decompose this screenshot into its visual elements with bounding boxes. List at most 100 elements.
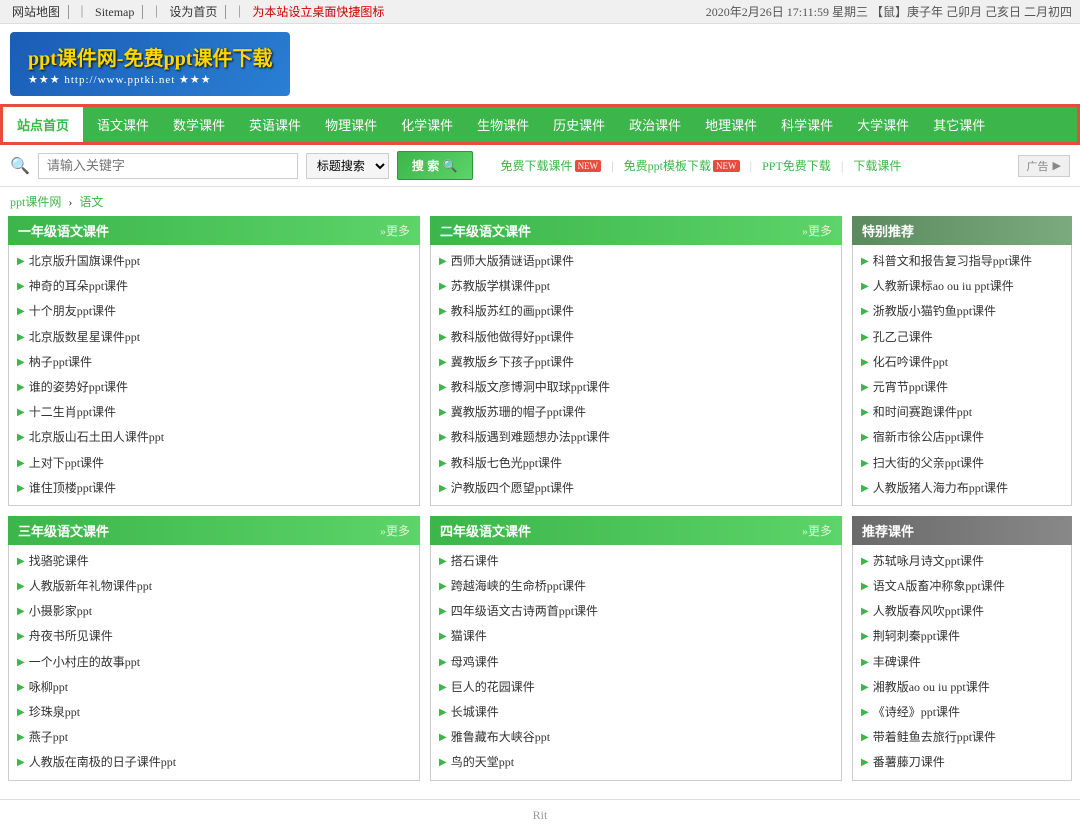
list-item[interactable]: 猫课件 xyxy=(439,624,833,649)
list-item[interactable]: 北京版山石土田人课件ppt xyxy=(17,425,411,450)
ppt-free-download-link[interactable]: PPT免费下载 xyxy=(762,157,831,174)
list-item[interactable]: 人教版新年礼物课件ppt xyxy=(17,574,411,599)
list-item-link[interactable]: 浙教版小猫钓鱼ppt课件 xyxy=(873,302,996,321)
list-item-link[interactable]: 教科版七色光ppt课件 xyxy=(451,454,562,473)
list-item-link[interactable]: 十二生肖ppt课件 xyxy=(29,403,116,422)
list-item-link[interactable]: 跨越海峡的生命桥ppt课件 xyxy=(451,577,586,596)
list-item[interactable]: 四年级语文古诗两首ppt课件 xyxy=(439,599,833,624)
list-item[interactable]: 科普文和报告复习指导ppt课件 xyxy=(861,249,1063,274)
list-item-link[interactable]: 宿新市徐公店ppt课件 xyxy=(873,428,984,447)
list-item-link[interactable]: 十个朋友ppt课件 xyxy=(29,302,116,321)
list-item[interactable]: 小摄影家ppt xyxy=(17,599,411,624)
list-item-link[interactable]: 母鸡课件 xyxy=(451,653,499,672)
search-type-select[interactable]: 标题搜索 xyxy=(306,153,389,179)
desktop-icon-link[interactable]: 为本站设立桌面快捷图标 xyxy=(252,5,392,19)
list-item-link[interactable]: 巨人的花园课件 xyxy=(451,678,535,697)
list-item[interactable]: 十二生肖ppt课件 xyxy=(17,400,411,425)
list-item[interactable]: 番薯藤刀课件 xyxy=(861,750,1063,775)
list-item-link[interactable]: 元宵节ppt课件 xyxy=(873,378,948,397)
list-item[interactable]: 孔乙己课件 xyxy=(861,325,1063,350)
list-item[interactable]: 谁住顶楼ppt课件 xyxy=(17,476,411,501)
list-item[interactable]: 荆轲刺秦ppt课件 xyxy=(861,624,1063,649)
grade3-more[interactable]: »更多 xyxy=(380,522,410,539)
list-item[interactable]: 巨人的花园课件 xyxy=(439,675,833,700)
list-item-link[interactable]: 上对下ppt课件 xyxy=(29,454,104,473)
list-item[interactable]: 一个小村庄的故事ppt xyxy=(17,650,411,675)
list-item-link[interactable]: 孔乙己课件 xyxy=(873,328,933,347)
list-item-link[interactable]: 找骆驼课件 xyxy=(29,552,89,571)
list-item[interactable]: 冀教版苏珊的帽子ppt课件 xyxy=(439,400,833,425)
list-item-link[interactable]: 科普文和报告复习指导ppt课件 xyxy=(873,252,1032,271)
list-item[interactable]: 枘子ppt课件 xyxy=(17,350,411,375)
list-item-link[interactable]: 舟夜书所见课件 xyxy=(29,627,113,646)
list-item-link[interactable]: 教科版他做得好ppt课件 xyxy=(451,328,574,347)
list-item-link[interactable]: 番薯藤刀课件 xyxy=(873,753,945,772)
list-item[interactable]: 丰碑课件 xyxy=(861,650,1063,675)
search-input[interactable] xyxy=(38,153,298,179)
list-item[interactable]: 母鸡课件 xyxy=(439,650,833,675)
list-item-link[interactable]: 人教新课标ao ou iu ppt课件 xyxy=(873,277,1014,296)
list-item[interactable]: 谁的姿势好ppt课件 xyxy=(17,375,411,400)
list-item[interactable]: 燕子ppt xyxy=(17,725,411,750)
grade1-more[interactable]: »更多 xyxy=(380,222,410,239)
nav-item-zhengzhi[interactable]: 政治课件 xyxy=(617,107,693,142)
list-item[interactable]: 教科版他做得好ppt课件 xyxy=(439,325,833,350)
list-item[interactable]: 找骆驼课件 xyxy=(17,549,411,574)
list-item-link[interactable]: 珍珠泉ppt xyxy=(29,703,80,722)
list-item[interactable]: 人教新课标ao ou iu ppt课件 xyxy=(861,274,1063,299)
list-item-link[interactable]: 枘子ppt课件 xyxy=(29,353,92,372)
list-item[interactable]: 浙教版小猫钓鱼ppt课件 xyxy=(861,299,1063,324)
list-item[interactable]: 雅鲁藏布大峡谷ppt xyxy=(439,725,833,750)
list-item[interactable]: 人教版猪人海力布ppt课件 xyxy=(861,476,1063,501)
list-item-link[interactable]: 沪教版四个愿望ppt课件 xyxy=(451,479,574,498)
list-item[interactable]: 苏轼咏月诗文ppt课件 xyxy=(861,549,1063,574)
breadcrumb-home[interactable]: ppt课件网 xyxy=(10,195,61,209)
list-item[interactable]: 教科版文彦博洞中取球ppt课件 xyxy=(439,375,833,400)
list-item-link[interactable]: 谁的姿势好ppt课件 xyxy=(29,378,128,397)
list-item-link[interactable]: 荆轲刺秦ppt课件 xyxy=(873,627,960,646)
list-item-link[interactable]: 四年级语文古诗两首ppt课件 xyxy=(451,602,598,621)
list-item[interactable]: 神奇的耳朵ppt课件 xyxy=(17,274,411,299)
list-item[interactable]: 舟夜书所见课件 xyxy=(17,624,411,649)
list-item-link[interactable]: 谁住顶楼ppt课件 xyxy=(29,479,116,498)
list-item[interactable]: 冀教版乡下孩子ppt课件 xyxy=(439,350,833,375)
list-item-link[interactable]: 北京版升国旗课件ppt xyxy=(29,252,140,271)
list-item-link[interactable]: 化石吟课件ppt xyxy=(873,353,948,372)
list-item[interactable]: 人教版在南极的日子课件ppt xyxy=(17,750,411,775)
list-item[interactable]: 北京版数星星课件ppt xyxy=(17,325,411,350)
list-item-link[interactable]: 湘教版ao ou iu ppt课件 xyxy=(873,678,990,697)
list-item-link[interactable]: 搭石课件 xyxy=(451,552,499,571)
list-item-link[interactable]: 雅鲁藏布大峡谷ppt xyxy=(451,728,550,747)
list-item-link[interactable]: 猫课件 xyxy=(451,627,487,646)
list-item[interactable]: 元宵节ppt课件 xyxy=(861,375,1063,400)
list-item[interactable]: 长城课件 xyxy=(439,700,833,725)
list-item[interactable]: 教科版七色光ppt课件 xyxy=(439,451,833,476)
list-item[interactable]: 带着鲑鱼去旅行ppt课件 xyxy=(861,725,1063,750)
nav-item-shengwu[interactable]: 生物课件 xyxy=(465,107,541,142)
list-item[interactable]: 十个朋友ppt课件 xyxy=(17,299,411,324)
sitemap-link[interactable]: 网站地图 xyxy=(12,5,69,19)
list-item-link[interactable]: 长城课件 xyxy=(451,703,499,722)
list-item[interactable]: 鸟的天堂ppt xyxy=(439,750,833,775)
list-item-link[interactable]: 咏柳ppt xyxy=(29,678,68,697)
list-item-link[interactable]: 北京版数星星课件ppt xyxy=(29,328,140,347)
list-item[interactable]: 苏教版学棋课件ppt xyxy=(439,274,833,299)
list-item[interactable]: 珍珠泉ppt xyxy=(17,700,411,725)
list-item[interactable]: 教科版遇到难题想办法ppt课件 xyxy=(439,425,833,450)
list-item-link[interactable]: 冀教版苏珊的帽子ppt课件 xyxy=(451,403,586,422)
list-item-link[interactable]: 语文A版畜冲称象ppt课件 xyxy=(873,577,1005,596)
list-item-link[interactable]: 西师大版猜谜语ppt课件 xyxy=(451,252,574,271)
list-item-link[interactable]: 小摄影家ppt xyxy=(29,602,92,621)
list-item[interactable]: 跨越海峡的生命桥ppt课件 xyxy=(439,574,833,599)
set-home-link[interactable]: 设为首页 xyxy=(169,5,226,19)
list-item[interactable]: 西师大版猜谜语ppt课件 xyxy=(439,249,833,274)
nav-home[interactable]: 站点首页 xyxy=(3,107,85,142)
list-item-link[interactable]: 和时间赛跑课件ppt xyxy=(873,403,972,422)
nav-item-shuxue[interactable]: 数学课件 xyxy=(161,107,237,142)
list-item-link[interactable]: 人教版猪人海力布ppt课件 xyxy=(873,479,1008,498)
sitemap-en-link[interactable]: Sitemap xyxy=(95,5,143,19)
list-item-link[interactable]: 苏轼咏月诗文ppt课件 xyxy=(873,552,984,571)
nav-item-yuwen[interactable]: 语文课件 xyxy=(85,107,161,142)
list-item[interactable]: 和时间赛跑课件ppt xyxy=(861,400,1063,425)
breadcrumb-current[interactable]: 语文 xyxy=(79,195,103,209)
